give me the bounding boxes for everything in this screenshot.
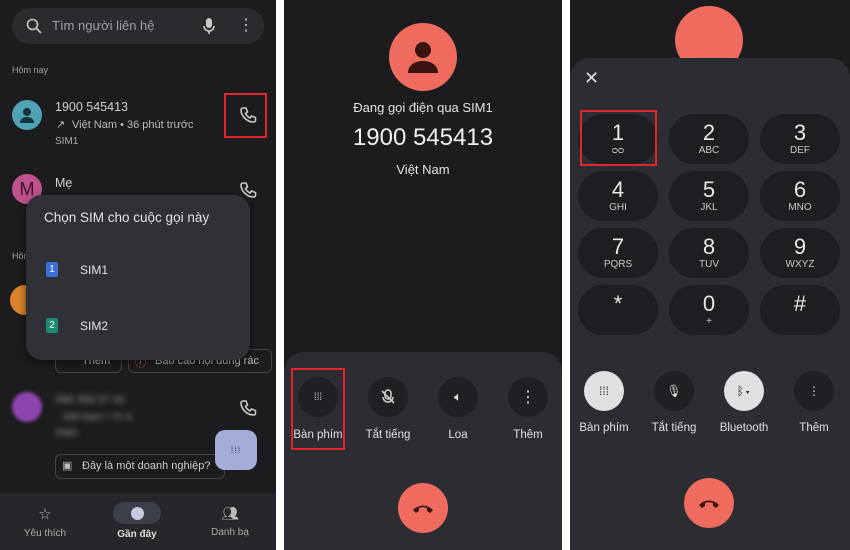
sim-option-1[interactable]: 1 SIM1 [26, 250, 250, 290]
end-call-icon [413, 505, 433, 513]
nav-favorites[interactable]: ☆ Yêu thích [5, 493, 85, 550]
in-call-screen: Đang gọi điện qua SIM1 1900 545413 Việt … [284, 0, 562, 550]
key-9[interactable]: 9 WXYZ [760, 228, 840, 278]
mute-button[interactable]: Tắt tiếng [348, 377, 428, 447]
call-name[interactable]: Mẹ [55, 176, 72, 190]
mic-off-icon: 🎙︎ [654, 371, 694, 411]
mic-icon[interactable] [202, 17, 216, 35]
search-icon [26, 18, 42, 34]
key-8[interactable]: 8 TUV [669, 228, 749, 278]
sim-dialog: Chọn SIM cho cuộc gọi này 1 SIM1 2 SIM2 [26, 195, 250, 360]
business-chip[interactable]: ▣ Đây là một doanh nghiệp? [55, 454, 225, 479]
highlight-box [291, 368, 345, 450]
dialpad-icon: ⁞⁞⁞ [584, 371, 624, 411]
call-sim: SIM1 [55, 136, 79, 147]
end-call-button[interactable] [398, 483, 448, 533]
end-call-icon [699, 500, 719, 508]
key-hash[interactable]: # [760, 285, 840, 335]
recents-screen: Tìm người liên hệ ⋮ Hôm nay 1900 545413 … [0, 0, 276, 550]
nav-recents[interactable]: Gần đây [97, 493, 177, 550]
dialpad-fab[interactable]: ⁞⁞⁞ [215, 430, 257, 470]
more-icon: ⋮ [794, 371, 834, 411]
search-placeholder: Tìm người liên hệ [52, 18, 155, 33]
mic-off-icon [368, 377, 408, 417]
phone-icon[interactable] [239, 399, 257, 417]
key-0[interactable]: 0 + [669, 285, 749, 335]
call-name[interactable]: 096 358 07 42 [55, 394, 125, 406]
search-bar[interactable]: Tìm người liên hệ ⋮ [12, 8, 264, 44]
clock-icon [113, 502, 161, 524]
call-location: Việt Nam [396, 162, 450, 177]
mute-button[interactable]: 🎙︎ Tắt tiếng [634, 371, 714, 441]
key-7[interactable]: 7 PQRS [578, 228, 658, 278]
avatar [12, 100, 42, 130]
nav-contacts[interactable]: 👥︎ Danh bạ [190, 493, 270, 550]
more-button[interactable]: ⋮ Thêm [488, 377, 562, 447]
star-icon: ☆ [38, 506, 52, 523]
key-2[interactable]: 2 ABC [669, 114, 749, 164]
caller-avatar [389, 23, 457, 91]
key-star[interactable]: * [578, 285, 658, 335]
keypad-button[interactable]: ⁞⁞⁞ Bàn phím [570, 371, 644, 441]
call-status: Đang gọi điện qua SIM1 [353, 100, 493, 115]
call-number: 1900 545413 [352, 124, 494, 151]
person-icon [20, 108, 34, 123]
section-today: Hôm nay [12, 65, 49, 75]
key-6[interactable]: 6 MNO [760, 171, 840, 221]
close-icon[interactable]: ✕ [584, 68, 599, 89]
dialpad-icon: ⁞⁞⁞ [230, 444, 242, 455]
call-sim: SIM1 [55, 428, 79, 439]
more-icon[interactable]: ⋮ [238, 15, 254, 35]
bluetooth-icon: ᛒ▾ [724, 371, 764, 411]
speaker-button[interactable]: 🔈︎ Loa [418, 377, 498, 447]
sim-badge: 1 [46, 262, 58, 277]
highlight-box [224, 93, 267, 138]
bluetooth-button[interactable]: ᛒ▾ Bluetooth [704, 371, 784, 441]
avatar [12, 392, 42, 422]
more-icon: ⋮ [508, 377, 548, 417]
call-detail: Việt Nam • Th 6 [62, 412, 132, 423]
dialog-title: Chọn SIM cho cuộc gọi này [44, 210, 210, 225]
person-icon [408, 42, 438, 73]
sim-option-2[interactable]: 2 SIM2 [26, 306, 250, 346]
key-3[interactable]: 3 DEF [760, 114, 840, 164]
call-detail: Việt Nam • 36 phút trước [72, 119, 194, 131]
sim-badge: 2 [46, 318, 58, 333]
dialpad-screen: ✕ 1 ᴑᴑ 2 ABC 3 DEF 4 GHI 5 JKL 6 MNO 7 PQRS 8 TUV 9 WXYZ *… [570, 0, 850, 550]
key-4[interactable]: 4 GHI [578, 171, 658, 221]
end-call-button[interactable] [684, 478, 734, 528]
highlight-box [580, 110, 657, 166]
contacts-icon: 👥︎ [221, 505, 239, 521]
key-5[interactable]: 5 JKL [669, 171, 749, 221]
more-button[interactable]: ⋮ Thêm [774, 371, 850, 441]
bottom-nav: ☆ Yêu thích Gần đây 👥︎ Danh bạ [0, 493, 276, 550]
speaker-icon: 🔈︎ [438, 377, 478, 417]
business-icon: ▣ [62, 460, 73, 472]
outgoing-arrow-icon: ↗ [56, 119, 66, 131]
call-name[interactable]: 1900 545413 [55, 100, 128, 114]
